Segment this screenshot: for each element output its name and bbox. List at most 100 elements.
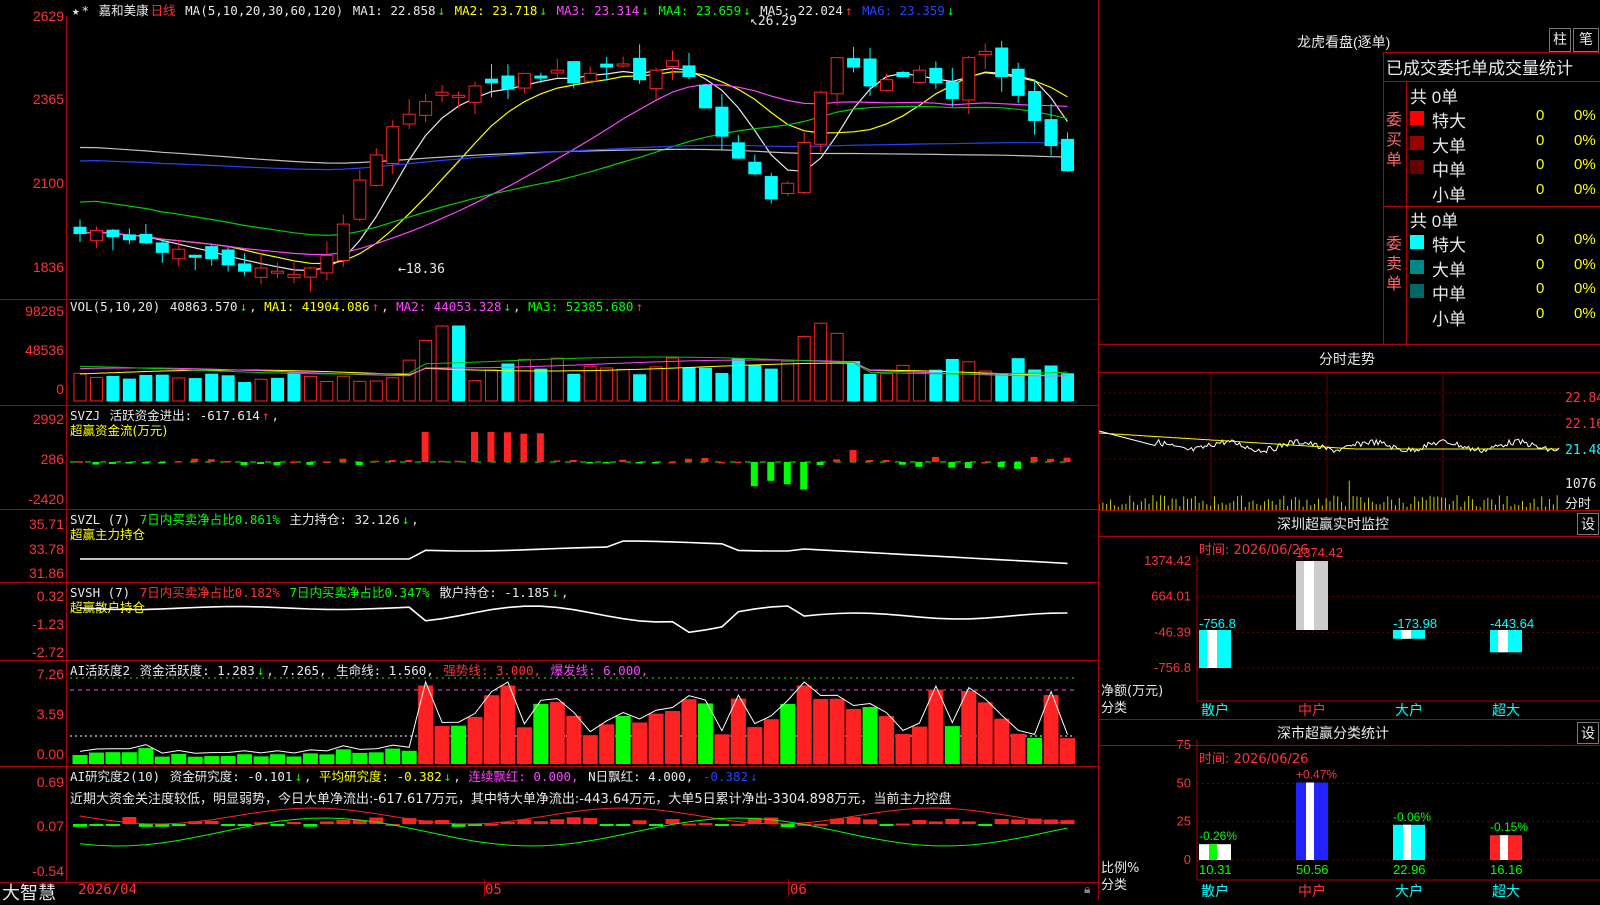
svsh-pane[interactable]: SVSH (7) 7日内买卖净占比0.182% 7日内买卖净占比0.347% 散… xyxy=(0,582,1098,661)
right-panel: 龙虎看盘(逐单) 柱 笔 已成交委托单成交量统计 委买单 委卖单 共 0单 共 … xyxy=(1099,0,1600,900)
volume-bar xyxy=(517,358,531,402)
candle-body xyxy=(1044,119,1058,147)
candle-body xyxy=(633,57,647,81)
ma-value-4: MA4: 23.659 xyxy=(658,3,742,18)
activity-bar xyxy=(286,756,302,764)
volume-bar xyxy=(468,380,482,402)
candle-body xyxy=(238,263,252,272)
period-label[interactable]: 日线 xyxy=(151,3,176,18)
price-tick: 2365 xyxy=(32,91,64,107)
volume-bar xyxy=(781,360,795,402)
btn-zhu[interactable]: 柱 xyxy=(1549,28,1571,52)
lock-icon[interactable]: 🔒︎ xyxy=(1084,882,1090,897)
research-bar xyxy=(73,824,87,827)
flow-bar xyxy=(224,461,232,463)
svzj-pane[interactable]: SVZJ 活跃资金进出: -617.614 ↑, 超赢资金流(万元) 2992 2… xyxy=(0,405,1098,510)
research-bar xyxy=(599,824,614,826)
stock-name: 嘉和美康 xyxy=(98,3,149,18)
candle-body xyxy=(501,75,515,90)
candle-body xyxy=(484,78,498,84)
research-bar xyxy=(319,821,334,824)
svsh-tick: -1.23 xyxy=(32,616,64,632)
main-chart-area[interactable]: ★ * 嘉和美康 日线 MA(5,10,20,30,60,120) MA1: 22.… xyxy=(0,0,1099,904)
volume-bars[interactable] xyxy=(70,315,1096,403)
research-bar xyxy=(978,824,993,826)
row-name: 大单 xyxy=(1432,136,1466,156)
svzl-pane[interactable]: SVZL (7) 7日内买卖净占比0.861% 主力持仓: 32.126 ↓, 超… xyxy=(0,509,1098,583)
row-vol: 0 xyxy=(1536,280,1545,297)
vol-tick: 98285 xyxy=(25,303,64,319)
volume-bar xyxy=(830,332,844,402)
candle-body xyxy=(550,69,564,74)
volume-bar xyxy=(879,373,893,402)
ai-activity-pane[interactable]: AI活跃度2 资金活跃度: 1.283 ↓, 7.265, 生命线: 1.560,… xyxy=(0,660,1098,767)
volume-bar xyxy=(912,370,926,402)
lhkp-title: 龙虎看盘(逐单) xyxy=(1297,34,1391,50)
star-icon[interactable]: ★ xyxy=(72,3,80,18)
brand-logo[interactable]: 大智慧 xyxy=(2,879,56,905)
add-icon[interactable]: * xyxy=(82,3,90,18)
volume-bar xyxy=(139,374,153,402)
candle-body xyxy=(929,67,943,84)
research-bar xyxy=(286,822,301,825)
row-vol: 0 xyxy=(1536,131,1545,149)
cls-y-tick: 0 xyxy=(1184,852,1191,867)
activity-bar xyxy=(1043,695,1059,764)
flow-bar xyxy=(717,461,725,464)
research-bar xyxy=(714,824,729,826)
candle-body xyxy=(419,101,433,116)
candle-body xyxy=(682,65,696,78)
candle-body xyxy=(830,57,844,95)
price-pane[interactable]: ★ * 嘉和美康 日线 MA(5,10,20,30,60,120) MA1: 22.… xyxy=(0,0,1098,300)
candle-body xyxy=(731,142,745,159)
activity-bar xyxy=(615,715,631,764)
volume-pane[interactable]: VOL(5,10,20) 40863.570 ↓, MA1: 41904.086 ↑… xyxy=(0,299,1098,406)
activity-bar xyxy=(451,725,467,764)
ai-research-pane[interactable]: AI研究度2(10) 资金研究度: -0.101 ↓, 平均研究度: -0.382… xyxy=(0,766,1098,883)
flow-bar xyxy=(388,459,396,462)
row-name: 特大 xyxy=(1432,112,1466,131)
sz-bar-label: -756.8 xyxy=(1199,616,1236,631)
ai-research-bars[interactable] xyxy=(70,804,1096,884)
volume-bar xyxy=(995,373,1009,402)
price-tick: 2629 xyxy=(32,8,64,24)
ai2-tick: -0.54 xyxy=(32,863,64,879)
activity-bar xyxy=(385,748,401,764)
research-bar xyxy=(632,820,647,824)
candlestick-chart[interactable] xyxy=(70,20,1096,295)
x-month-05: 05 xyxy=(485,882,502,898)
flow-bar xyxy=(355,462,363,466)
candle-body xyxy=(797,141,811,194)
cls-xlabel: 分类 xyxy=(1101,878,1128,893)
flow-bar xyxy=(191,458,199,462)
sz-class-chart[interactable]: 75 50 25 0 -0.26% 10.31 散户 +0.47% 50.56 中户 -0.06% 2… xyxy=(1099,720,1600,900)
avg-line xyxy=(1099,432,1560,450)
row-vol: 0 xyxy=(1536,255,1545,273)
activity-bar xyxy=(977,702,993,764)
row-name: 中单 xyxy=(1432,285,1466,304)
sz-xlabel: 分类 xyxy=(1101,701,1128,716)
svsh-line xyxy=(79,605,1068,634)
candle-body xyxy=(468,85,482,103)
svsh-line[interactable] xyxy=(70,594,1096,658)
volume-bar xyxy=(863,373,877,402)
candle-body xyxy=(995,47,1009,78)
cls-cat-label: 超大 xyxy=(1492,884,1520,900)
cls-change-label: +0.47% xyxy=(1296,767,1337,781)
activity-bar xyxy=(483,695,499,764)
volume-bar xyxy=(172,377,186,402)
ai-activity-bars[interactable] xyxy=(70,672,1096,764)
cls-change-label: -0.26% xyxy=(1199,829,1237,843)
svzl-line[interactable] xyxy=(70,521,1096,581)
btn-bi[interactable]: 笔 xyxy=(1573,28,1599,52)
flow-bar xyxy=(421,432,429,462)
table-header: 已成交委托单成交量统计 xyxy=(1386,59,1573,78)
sz-net-chart[interactable]: 1374.42 664.01 -46.39 -756.8 -756.8 散户 1374.42… xyxy=(1099,511,1600,719)
research-bar xyxy=(846,817,861,824)
flow-bar xyxy=(339,458,347,462)
fenshi-panel[interactable]: 分时走势 22.84 22.16 21.48 1076 分时 xyxy=(1099,345,1600,512)
cls-change-label: -0.15% xyxy=(1490,820,1528,834)
row-vol: 0 xyxy=(1536,304,1545,322)
fenshi-chart[interactable] xyxy=(1099,373,1561,510)
svzj-bars[interactable] xyxy=(70,417,1096,507)
